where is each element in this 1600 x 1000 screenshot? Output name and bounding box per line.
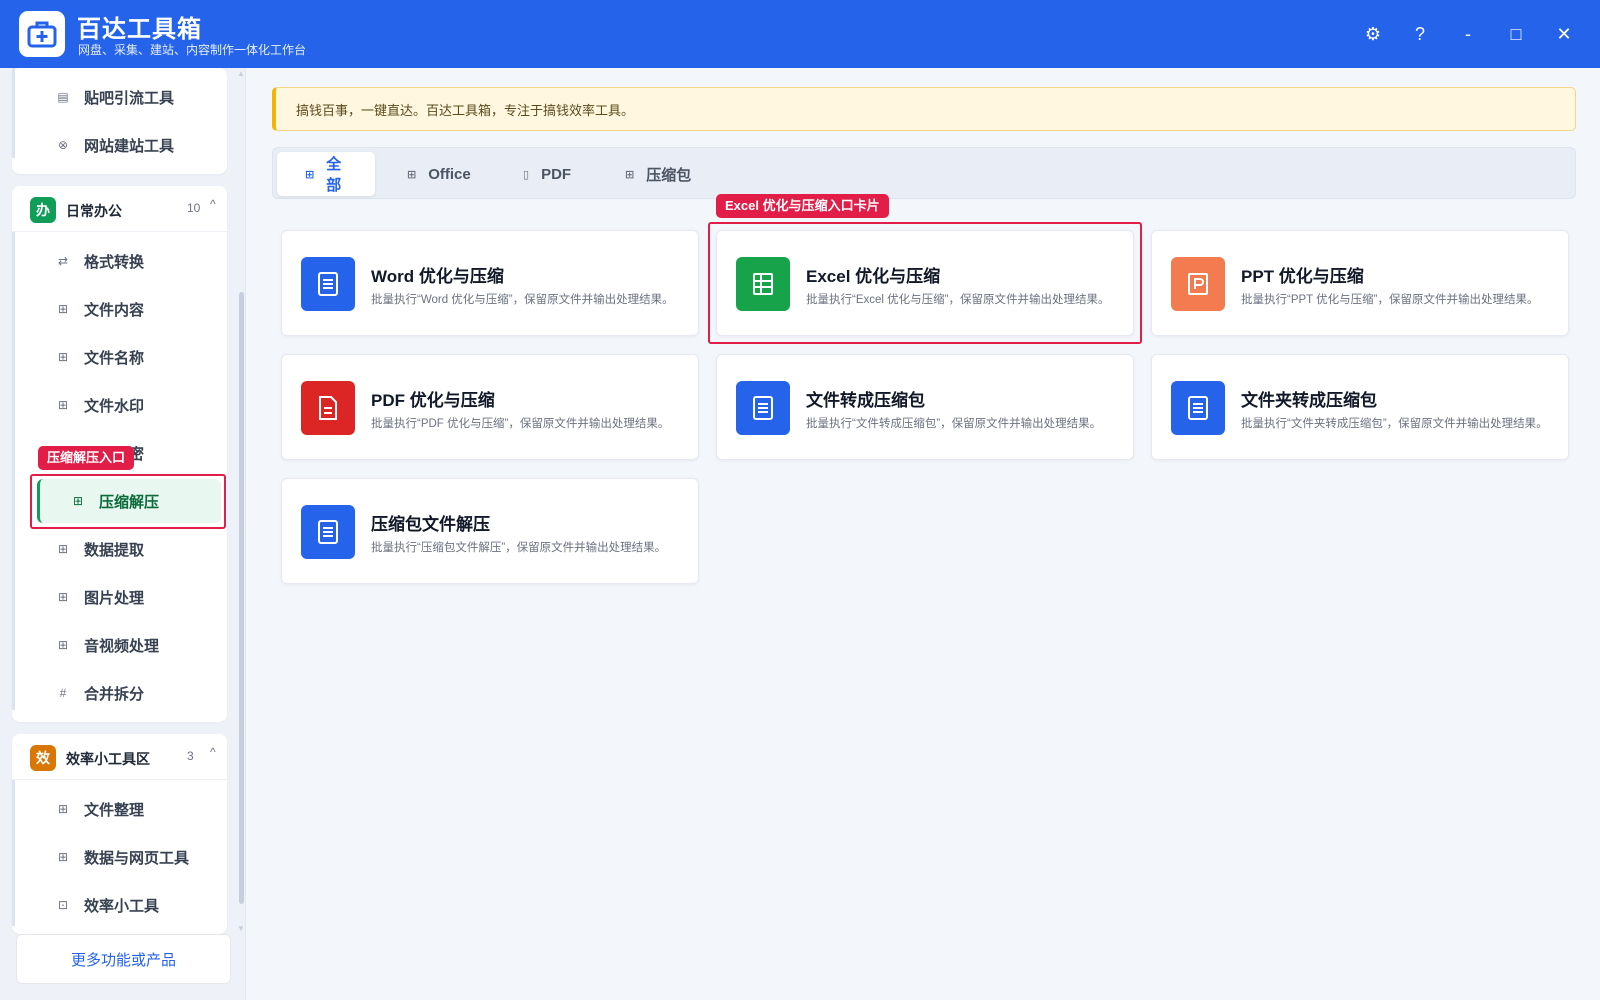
help-icon[interactable]: ?	[1406, 20, 1434, 48]
grid-icon: ⊞	[57, 590, 69, 604]
notice-banner: 搞钱百事，一键直达。百达工具箱，专注于搞钱效率工具。	[272, 87, 1576, 131]
grid-icon: ⊞	[57, 398, 69, 412]
grid-icon: ⊞	[305, 168, 315, 181]
group-header-efficiency[interactable]: 效 效率小工具区 3 ^	[12, 734, 227, 780]
sidebar-scrollbar[interactable]	[239, 292, 244, 904]
tool-card-file-to-archive[interactable]: 文件转成压缩包 批量执行“文件转成压缩包”，保留原文件并输出处理结果。	[716, 354, 1134, 460]
tool-card-ppt[interactable]: PPT 优化与压缩 批量执行“PPT 优化与压缩”，保留原文件并输出处理结果。	[1151, 230, 1569, 336]
card-title: PDF 优化与压缩	[371, 391, 495, 410]
grid-icon: ⊞	[57, 302, 69, 316]
group-rail	[12, 780, 15, 926]
close-button[interactable]: ✕	[1550, 20, 1578, 48]
card-title: 文件转成压缩包	[806, 391, 925, 410]
sidebar-item-format-convert[interactable]: ⇄ 格式转换	[22, 239, 212, 283]
card-description: 批量执行“PDF 优化与压缩”，保留原文件并输出处理结果。	[371, 418, 670, 430]
group-header-office[interactable]: 办 日常办公 10 ^	[12, 186, 227, 232]
grid-icon: ⊞	[57, 638, 69, 652]
tab-pdf[interactable]: ▯ PDF	[495, 152, 591, 196]
tool-card-pdf[interactable]: PDF 优化与压缩 批量执行“PDF 优化与压缩”，保留原文件并输出处理结果。	[281, 354, 699, 460]
toolbox-logo-icon	[19, 11, 65, 57]
minimize-button[interactable]: -	[1454, 20, 1482, 48]
card-callout-label: Excel 优化与压缩入口卡片	[716, 194, 889, 218]
compress-entry-highlight	[30, 474, 226, 529]
sidebar-item-file-name[interactable]: ⊞ 文件名称	[22, 335, 212, 379]
pdf-icon	[301, 381, 355, 435]
excel-card-highlight	[708, 222, 1142, 344]
sidebar-item-image-process[interactable]: ⊞ 图片处理	[22, 575, 212, 619]
tab-archive[interactable]: ⊞ 压缩包	[597, 152, 711, 196]
card-title: PPT 优化与压缩	[1241, 267, 1364, 286]
card-description: 批量执行“文件夹转成压缩包”，保留原文件并输出处理结果。	[1241, 418, 1548, 430]
collapse-caret-icon[interactable]: ^	[210, 745, 216, 759]
doc-icon: ▤	[57, 90, 69, 104]
efficiency-badge: 效	[30, 745, 56, 771]
app-title: 百达工具箱	[77, 16, 202, 43]
card-title: 文件夹转成压缩包	[1241, 391, 1377, 410]
sidebar-item-file-watermark[interactable]: ⊞ 文件水印	[22, 383, 212, 427]
grid-icon: ⊞	[57, 542, 69, 556]
sidebar-item-merge-split[interactable]: # 合并拆分	[22, 671, 212, 715]
document-icon	[1171, 381, 1225, 435]
category-tabs: ⊞ 全部 ⊞ Office ▯ PDF ⊞ 压缩包	[272, 147, 1576, 199]
tool-card-archive-extract[interactable]: 压缩包文件解压 批量执行“压缩包文件解压”，保留原文件并输出处理结果。	[281, 478, 699, 584]
app-subtitle: 网盘、采集、建站、内容制作一体化工作台	[78, 43, 307, 57]
grid-icon: ⊞	[57, 802, 69, 816]
toolbox-icon: ⊡	[57, 898, 69, 912]
sidebar-item-file-organize[interactable]: ⊞ 文件整理	[22, 787, 212, 831]
scroll-down-icon[interactable]: ▼	[237, 924, 245, 933]
maximize-button[interactable]: □	[1502, 20, 1530, 48]
document-icon	[736, 381, 790, 435]
group-count: 10	[187, 201, 201, 215]
group-title: 效率小工具区	[66, 751, 150, 767]
sidebar-item-av-process[interactable]: ⊞ 音视频处理	[22, 623, 212, 667]
sidebar-callout-label: 压缩解压入口	[38, 446, 135, 470]
office-badge: 办	[30, 197, 56, 223]
tool-card-folder-to-archive[interactable]: 文件夹转成压缩包 批量执行“文件夹转成压缩包”，保留原文件并输出处理结果。	[1151, 354, 1569, 460]
settings-icon[interactable]: ⚙	[1359, 20, 1387, 48]
sidebar-item-data-extract[interactable]: ⊞ 数据提取	[22, 527, 212, 571]
card-description: 批量执行“文件转成压缩包”，保留原文件并输出处理结果。	[806, 418, 1102, 430]
collapse-caret-icon[interactable]: ^	[210, 197, 216, 211]
group-rail	[12, 68, 15, 158]
grid-icon: ⊞	[57, 850, 69, 864]
sidebar-item-tieba[interactable]: ▤ 贴吧引流工具	[22, 75, 212, 119]
group-rail	[12, 232, 15, 710]
sidebar-item-efficiency-tools[interactable]: ⊡ 效率小工具	[22, 883, 212, 927]
card-title: 压缩包文件解压	[371, 515, 490, 534]
document-icon	[301, 505, 355, 559]
grid-icon: ⊞	[407, 168, 417, 181]
tool-card-word[interactable]: Word 优化与压缩 批量执行“Word 优化与压缩”，保留原文件并输出处理结果…	[281, 230, 699, 336]
scroll-up-icon[interactable]: ▲	[237, 69, 245, 78]
card-title: Word 优化与压缩	[371, 267, 504, 286]
title-bar: 百达工具箱 网盘、采集、建站、内容制作一体化工作台 ⚙ ? - □ ✕	[0, 0, 1600, 68]
group-title: 日常办公	[66, 203, 122, 219]
hash-icon: #	[59, 686, 67, 700]
grid-icon: ⊞	[625, 168, 635, 181]
sidebar-item-website[interactable]: ⊗ 网站建站工具	[22, 123, 212, 167]
card-description: 批量执行“PPT 优化与压缩”，保留原文件并输出处理结果。	[1241, 294, 1539, 306]
card-description: 批量执行“Word 优化与压缩”，保留原文件并输出处理结果。	[371, 294, 674, 306]
tab-all[interactable]: ⊞ 全部	[277, 152, 375, 196]
document-icon	[301, 257, 355, 311]
globe-icon: ⊗	[57, 138, 69, 152]
swap-icon: ⇄	[57, 254, 69, 268]
sidebar-item-data-web-tools[interactable]: ⊞ 数据与网页工具	[22, 835, 212, 879]
card-description: 批量执行“压缩包文件解压”，保留原文件并输出处理结果。	[371, 542, 667, 554]
grid-icon: ⊞	[57, 350, 69, 364]
file-icon: ▯	[523, 168, 530, 181]
presentation-icon	[1171, 257, 1225, 311]
group-count: 3	[187, 749, 194, 763]
tab-office[interactable]: ⊞ Office	[379, 152, 491, 196]
more-features-button[interactable]: 更多功能或产品	[16, 934, 231, 984]
sidebar-item-file-content[interactable]: ⊞ 文件内容	[22, 287, 212, 331]
